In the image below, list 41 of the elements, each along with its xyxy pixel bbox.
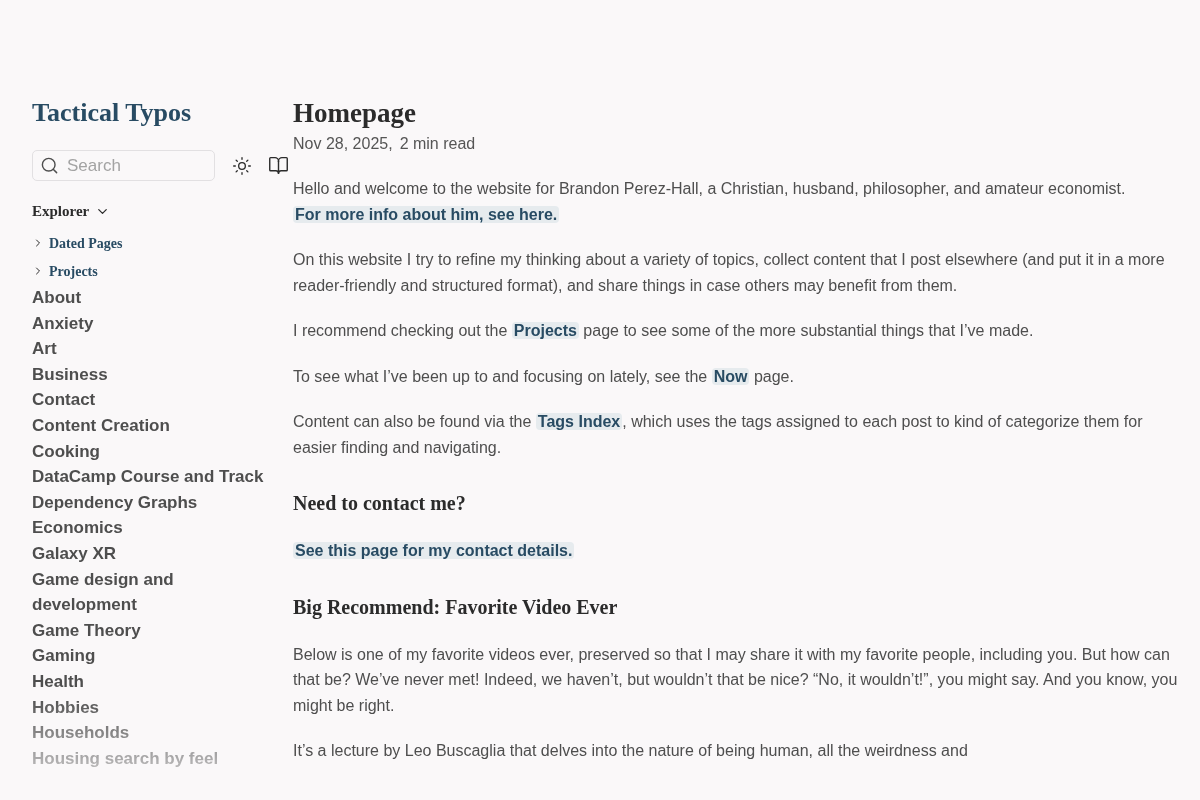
paragraph: It’s a lecture by Leo Buscaglia that delves into the nature of being human, all the weirdness and bbox=[293, 741, 969, 761]
sidebar-link[interactable]: Gaming bbox=[32, 643, 96, 669]
sidebar-link[interactable]: Hobbies bbox=[32, 694, 100, 721]
paragraph: Hello and welcome to the website for Brandon Perez-Hall, a Christian, husband, philosopher, and amateur economist. For more info about him, see here. bbox=[293, 179, 1127, 225]
site-title[interactable]: Tactical Typos bbox=[32, 95, 192, 131]
paragraph: I recommend checking out the Projects page to see some of the more substantial things that I’ve made. bbox=[293, 321, 1035, 341]
inline-link[interactable]: Tags Index bbox=[535, 413, 623, 430]
sidebar-link[interactable]: Health bbox=[32, 668, 84, 695]
paragraph: Below is one of my favorite videos ever, preserved so that I may share it with my favorite people, including you. But how can that be? We’ve never met! Indeed, we haven’t, but wouldn’t that be nice? “No, it wouldn’t!”, you might say. And you know, you might be right. bbox=[293, 644, 1179, 716]
sun-icon[interactable] bbox=[232, 155, 252, 176]
sidebar-link[interactable]: Content Creation bbox=[32, 412, 170, 439]
sidebar-link[interactable]: Art bbox=[32, 336, 57, 362]
paragraph: On this website I try to refine my thinking about a variety of topics, collect content that I post elsewhere (and put it in a more reader-friendly and structured format), and share things in case others may benefit from them. bbox=[293, 250, 1166, 296]
section-heading: Big Recommend: Favorite Video Ever bbox=[293, 594, 618, 621]
paragraph: Content can also be found via the Tags Index, which uses the tags assigned to each post to kind of categorize them for easier finding and navigating. bbox=[293, 412, 1144, 458]
sidebar-link[interactable]: Anxiety bbox=[32, 310, 94, 337]
sidebar-link[interactable]: Game Theory bbox=[32, 617, 141, 644]
inline-link[interactable]: Now bbox=[711, 367, 750, 385]
book-icon[interactable] bbox=[268, 155, 289, 176]
folder-item[interactable]: Projects bbox=[32, 257, 98, 285]
sidebar-link[interactable]: Galaxy XR bbox=[32, 540, 117, 567]
sidebar-link[interactable]: About bbox=[32, 285, 82, 311]
search-field[interactable]: Search bbox=[32, 150, 215, 181]
sidebar-link[interactable]: Game design and development bbox=[32, 566, 272, 618]
page-title: Homepage bbox=[293, 97, 416, 130]
folder-item[interactable]: Dated Pages bbox=[32, 229, 123, 257]
reading-time: 2 min read bbox=[399, 134, 476, 154]
sidebar-link[interactable]: Business bbox=[32, 361, 108, 388]
sidebar-link[interactable]: DataCamp Course and Track bbox=[32, 464, 264, 490]
search-icon bbox=[40, 156, 59, 175]
paragraph: To see what I’ve been up to and focusing on lately, see the Now page. bbox=[293, 366, 795, 387]
explorer-toggle[interactable]: Explorer bbox=[32, 199, 111, 223]
sidebar-link[interactable]: Dependency Graphs bbox=[32, 489, 198, 516]
inline-link[interactable]: Projects bbox=[511, 322, 579, 339]
inline-link[interactable]: See this page for my contact details. bbox=[293, 542, 575, 559]
sidebar-link[interactable]: Economics bbox=[32, 515, 123, 541]
sidebar-link[interactable]: Cooking bbox=[32, 438, 100, 465]
section-heading: Need to contact me? bbox=[293, 491, 466, 516]
post-date: Nov 28, 2025, bbox=[293, 134, 393, 154]
sidebar-link[interactable]: Contact bbox=[32, 387, 96, 413]
inline-link[interactable]: For more info about him, see here. bbox=[293, 205, 560, 223]
